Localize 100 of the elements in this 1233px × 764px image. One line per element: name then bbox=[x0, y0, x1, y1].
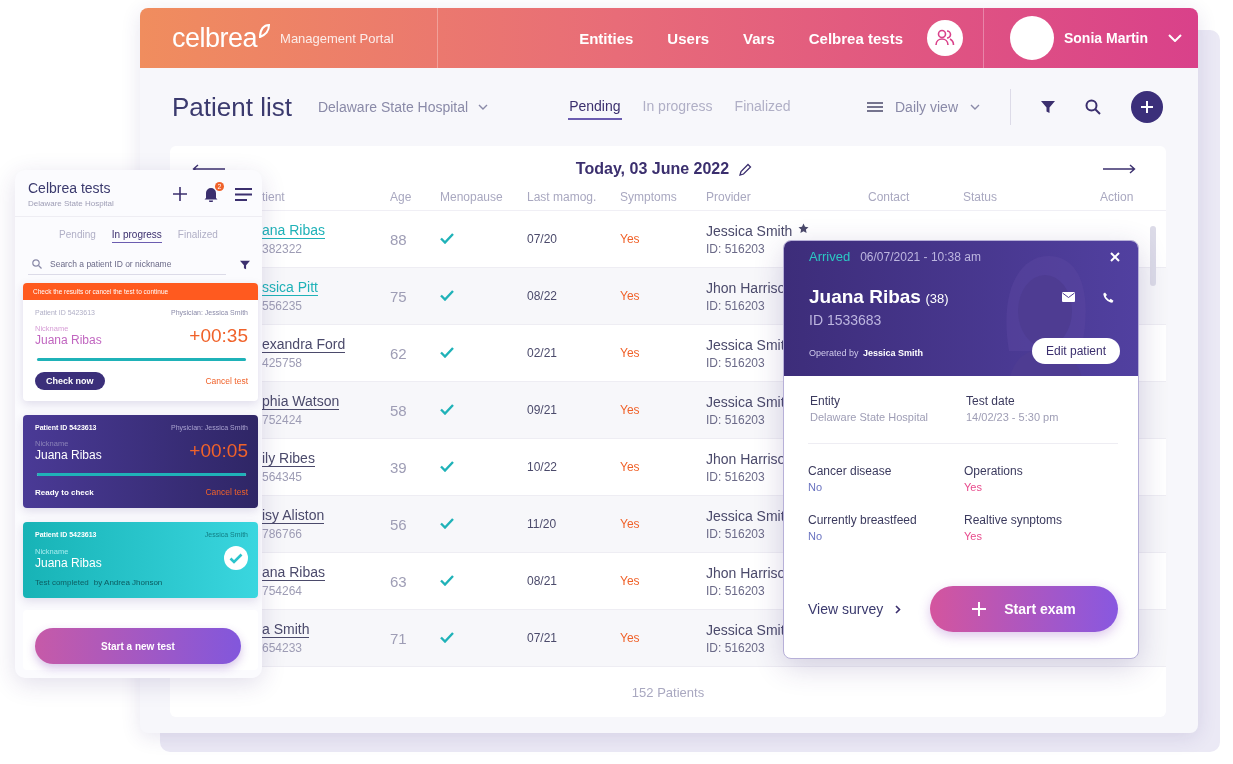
chevron-down-icon bbox=[970, 104, 980, 110]
field-value: No bbox=[808, 530, 824, 542]
operated-by-label: Operated by bbox=[809, 348, 859, 358]
date-label: Today, 03 June 2022 bbox=[575, 160, 730, 178]
age-cell-text: 63 bbox=[390, 572, 408, 590]
column-header: tient bbox=[262, 190, 286, 204]
age-cell-text: 62 bbox=[390, 344, 408, 362]
edit-patient-button[interactable]: Edit patient bbox=[1031, 338, 1120, 364]
cancel-test-link[interactable]: Cancel test bbox=[205, 376, 248, 386]
patient-count: 152 Patients bbox=[631, 684, 705, 700]
age-cell-text: 58 bbox=[390, 401, 408, 419]
symptoms-cell-text: Yes bbox=[620, 517, 641, 531]
cancel-test-link[interactable]: Cancel test bbox=[205, 487, 248, 497]
provider-id: ID: 516203 bbox=[706, 241, 765, 256]
age-cell-text: 88 bbox=[390, 230, 408, 248]
search-icon[interactable] bbox=[1085, 99, 1101, 115]
provider-id: ID: 516203 bbox=[706, 469, 765, 484]
arrival-time: 06/07/2021 - 10:38 am bbox=[860, 249, 981, 264]
test-tab[interactable]: Finalized bbox=[177, 227, 218, 243]
column-header: Provider bbox=[706, 190, 752, 204]
provider-id: ID: 516203 bbox=[706, 412, 765, 427]
provider-name: Jessica Smit bbox=[706, 621, 785, 638]
nav-link[interactable]: Celbrea tests bbox=[808, 29, 903, 47]
nav-link[interactable]: Users bbox=[667, 29, 710, 47]
pencil-icon[interactable] bbox=[739, 162, 753, 176]
search-field[interactable]: Search a patient ID or nickname bbox=[50, 259, 200, 269]
phone-icon[interactable] bbox=[1103, 291, 1114, 303]
menu-icon[interactable] bbox=[235, 187, 252, 201]
field-label: Realtive synptoms bbox=[964, 513, 1064, 527]
scrollbar[interactable] bbox=[1150, 226, 1156, 286]
mammography-date: 02/21 bbox=[527, 346, 559, 360]
field-value: Yes bbox=[964, 530, 983, 542]
avatar[interactable] bbox=[1010, 16, 1054, 60]
mammography-date: 08/21 bbox=[527, 574, 559, 588]
arrow-right-icon[interactable] bbox=[1102, 164, 1136, 174]
patient-id: 556235 bbox=[262, 299, 303, 313]
view-dropdown[interactable]: Daily view bbox=[867, 99, 980, 115]
mammography-date: 07/20 bbox=[527, 232, 559, 246]
check-circle-icon bbox=[224, 546, 248, 570]
provider-id: ID: 516203 bbox=[706, 583, 765, 598]
close-icon[interactable] bbox=[1110, 251, 1120, 262]
mammography-date: 10/22 bbox=[527, 460, 559, 474]
age-cell-text: 75 bbox=[390, 287, 408, 305]
status-tab[interactable]: Pending bbox=[568, 94, 622, 120]
portal-title: Management Portal bbox=[280, 30, 394, 46]
column-header: Age bbox=[390, 190, 413, 204]
nickname: Juana Ribas bbox=[35, 556, 102, 570]
add-button[interactable] bbox=[1131, 91, 1163, 123]
symptoms-cell-text: Yes bbox=[620, 346, 641, 360]
completed-by: by Andrea Jhonson bbox=[93, 578, 163, 587]
leaf-icon bbox=[258, 24, 271, 38]
timer: +00:05 bbox=[189, 440, 248, 462]
filter-icon[interactable] bbox=[1041, 100, 1055, 114]
column-header: Symptoms bbox=[620, 190, 678, 204]
filter-icon[interactable] bbox=[240, 260, 250, 270]
nav-link[interactable]: Vars bbox=[743, 29, 775, 47]
field-value: Yes bbox=[964, 481, 983, 493]
symptoms-cell-text: Yes bbox=[620, 574, 641, 588]
mammography-date: 08/22 bbox=[527, 289, 559, 303]
list-icon bbox=[867, 102, 883, 112]
check-now-button[interactable]: Check now bbox=[35, 372, 105, 390]
status-label: Test completed bbox=[35, 578, 89, 587]
star-icon[interactable] bbox=[798, 222, 810, 234]
patient-id: 382322 bbox=[262, 242, 303, 256]
nav-link[interactable]: Entities bbox=[579, 29, 634, 47]
start-exam-button[interactable]: Start exam bbox=[930, 586, 1118, 632]
mammography-date: 07/21 bbox=[527, 631, 559, 645]
users-button[interactable] bbox=[927, 20, 963, 56]
status-label: Ready to check bbox=[35, 487, 94, 497]
user-name[interactable]: Sonia Martin bbox=[1064, 30, 1148, 46]
panel-subtitle: Delaware State Hospital bbox=[28, 199, 114, 208]
arrival-status: Arrived bbox=[809, 249, 851, 264]
page-title: Patient list bbox=[172, 91, 292, 123]
plus-icon bbox=[972, 602, 987, 616]
mail-icon[interactable] bbox=[1062, 292, 1075, 302]
users-icon bbox=[935, 29, 955, 47]
bell-icon[interactable] bbox=[203, 186, 219, 202]
chevron-down-icon[interactable] bbox=[1168, 34, 1182, 42]
logo-text: celbrea bbox=[172, 22, 258, 54]
provider-id: ID: 516203 bbox=[706, 298, 765, 313]
field-label: Operations bbox=[964, 464, 1024, 478]
start-new-test-button[interactable]: Start a new test bbox=[35, 628, 241, 664]
operator-name: Jessica Smith bbox=[863, 348, 924, 358]
timer: +00:35 bbox=[189, 325, 248, 347]
plus-icon[interactable] bbox=[173, 187, 187, 201]
entity-dropdown[interactable]: Delaware State Hospital bbox=[317, 99, 489, 115]
view-survey-link[interactable]: View survey bbox=[808, 601, 902, 617]
search-icon bbox=[32, 259, 42, 269]
field-label: Currently breastfeed bbox=[808, 513, 918, 527]
test-tab[interactable]: Pending bbox=[59, 227, 96, 243]
panel-title: Celbrea tests bbox=[28, 180, 112, 196]
column-header: Status bbox=[963, 190, 999, 204]
column-header: Contact bbox=[868, 190, 911, 204]
mammography-date: 11/20 bbox=[527, 517, 558, 531]
mammography-date: 09/21 bbox=[527, 403, 559, 417]
symptoms-cell-text: Yes bbox=[620, 403, 641, 417]
patient-id: 654233 bbox=[262, 641, 303, 655]
column-header: Last mamog. bbox=[527, 190, 598, 204]
test-tab[interactable]: In progress bbox=[111, 227, 162, 243]
plus-icon bbox=[1140, 100, 1154, 114]
